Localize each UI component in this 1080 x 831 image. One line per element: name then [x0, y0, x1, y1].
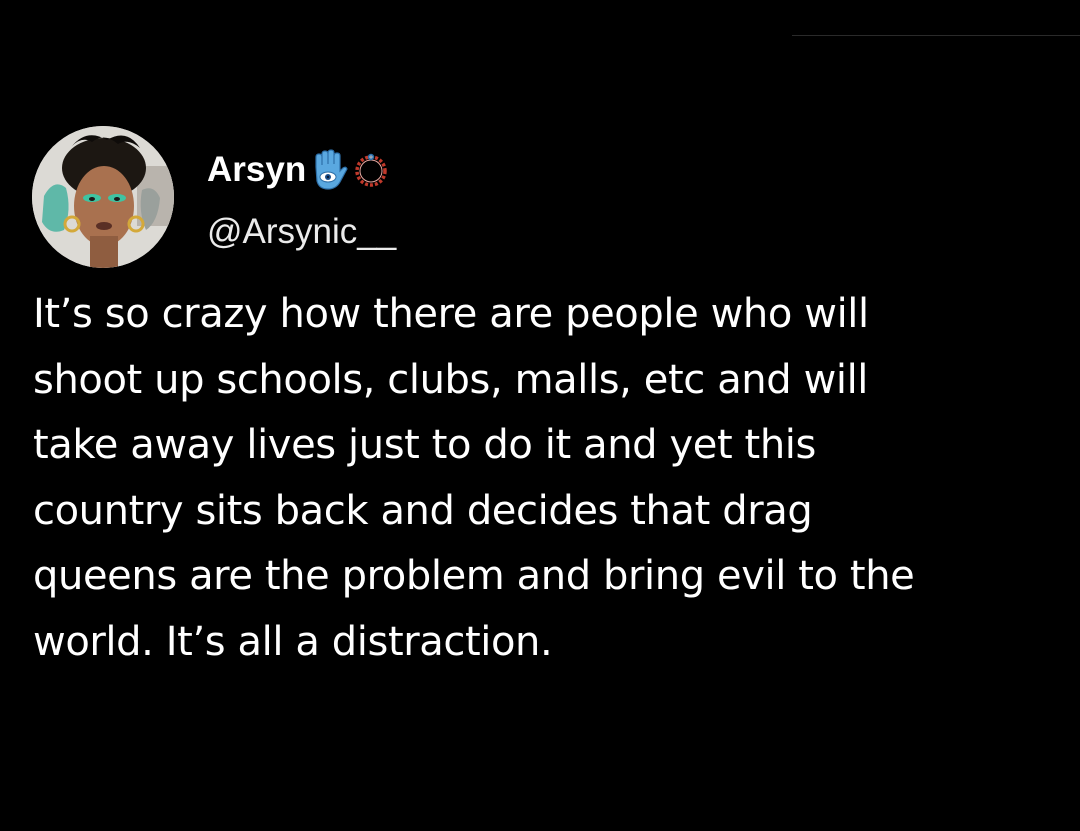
tweet-text-line: queens are the problem and bring evil to…: [33, 553, 915, 599]
nazar-bracelet-icon: [352, 149, 390, 191]
user-handle[interactable]: @Arsynic__: [207, 212, 396, 252]
avatar-image: [32, 126, 174, 268]
tweet-text-line: take away lives just to do it and yet th…: [33, 422, 816, 468]
tweet-card: Arsyn @Arsynic__ It’s so crazy how there…: [0, 0, 1080, 831]
avatar[interactable]: [32, 126, 174, 268]
tweet-text-line: It’s so crazy how there are people who w…: [33, 291, 869, 337]
display-name[interactable]: Arsyn: [207, 150, 306, 190]
tweet-text-line: world. It’s all a distraction.: [33, 618, 553, 665]
tweet-text-line: country sits back and decides that drag: [33, 487, 813, 534]
tweet-body: It’s so crazy how there are people who w…: [33, 282, 1063, 675]
display-name-row[interactable]: Arsyn: [207, 146, 390, 194]
hamsa-icon: [310, 149, 348, 191]
tweet-text-line: shoot up schools, clubs, malls, etc and …: [33, 356, 869, 403]
